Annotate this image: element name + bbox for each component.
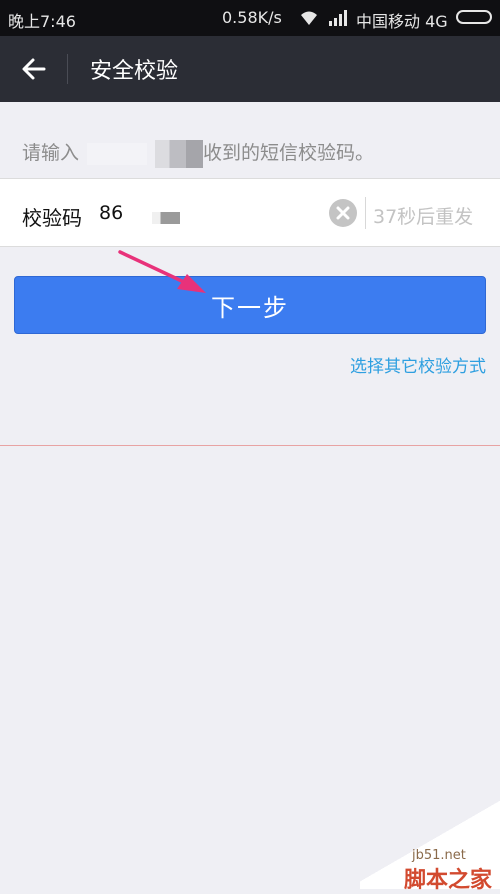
wifi-icon <box>298 9 320 31</box>
network-speed: 0.58K/s <box>222 8 282 27</box>
masked-code-digits <box>152 212 180 224</box>
divider-line <box>0 445 500 446</box>
back-arrow-icon <box>22 58 46 80</box>
resend-countdown[interactable]: 37秒后重发 <box>373 202 473 229</box>
watermark-domain: jb51.net <box>412 848 466 863</box>
masked-phone-part-2 <box>155 139 204 168</box>
hint-prefix: 请输入 <box>22 142 80 164</box>
other-verification-method-link[interactable]: 选择其它校验方式 <box>350 352 486 377</box>
back-button[interactable] <box>18 53 50 85</box>
next-step-button[interactable]: 下一步 <box>14 276 486 334</box>
signal-icon <box>328 9 350 31</box>
carrier-label: 中国移动 4G <box>356 12 448 31</box>
hint-suffix: 收到的短信校验码。 <box>203 142 375 164</box>
field-separator <box>365 197 366 229</box>
sms-hint: 请输入 收到的短信校验码。 <box>22 138 374 168</box>
close-icon <box>336 206 350 220</box>
code-input[interactable] <box>99 202 159 224</box>
app-bar-divider <box>67 54 68 84</box>
verification-code-row: 校验码 37秒后重发 <box>0 178 500 247</box>
status-bar: 晚上7:46 0.58K/s 中国移动 4G <box>0 0 500 36</box>
app-bar: 安全校验 <box>0 36 500 102</box>
status-time: 晚上7:46 <box>8 12 76 31</box>
code-label: 校验码 <box>22 206 82 230</box>
clear-input-button[interactable] <box>329 199 357 227</box>
page-title: 安全校验 <box>90 59 179 84</box>
battery-icon <box>456 10 492 24</box>
watermark-brand: 脚本之家 <box>404 868 493 893</box>
masked-phone-part-1 <box>87 142 148 165</box>
